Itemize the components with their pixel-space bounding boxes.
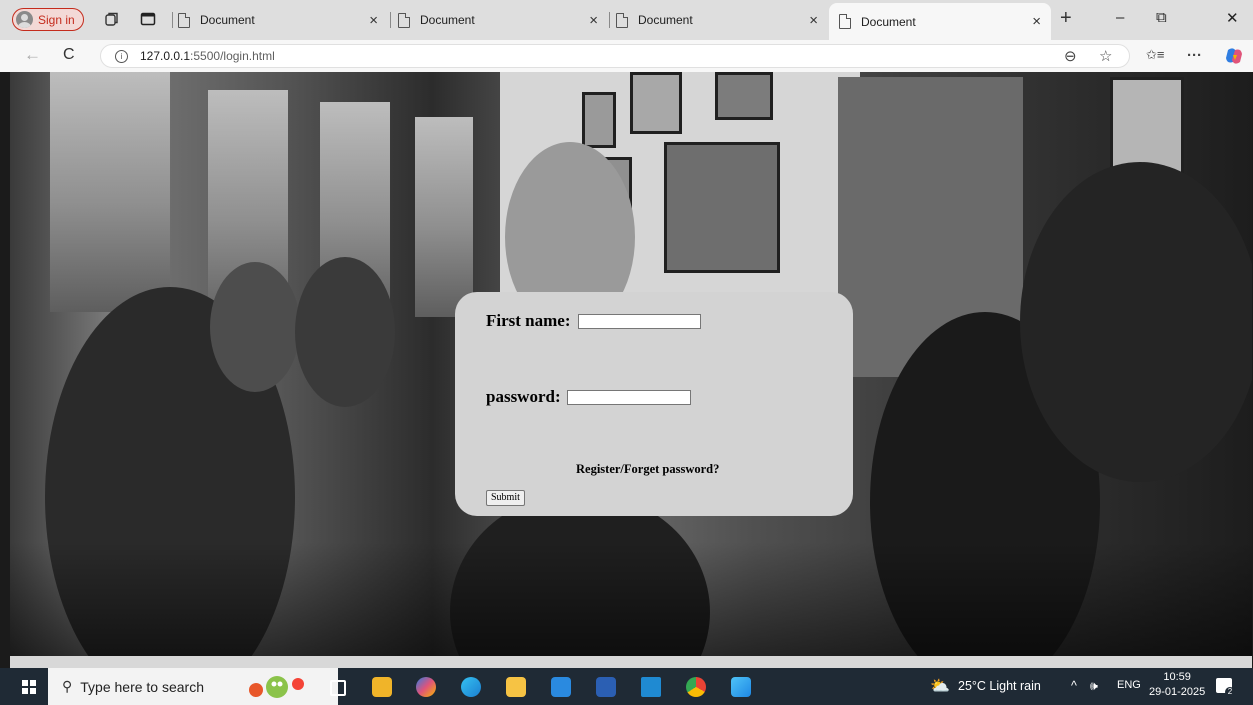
sign-in-label: Sign in [38, 12, 75, 27]
profile-avatar-icon [16, 11, 33, 28]
edge-icon[interactable] [461, 677, 481, 697]
search-highlight-illustration-icon[interactable] [246, 672, 308, 702]
page-icon [178, 12, 190, 28]
url-field[interactable]: i 127.0.0.1 :5500/login.html [100, 44, 1130, 68]
login-form-card: First name: password: Register/Forget pa… [455, 292, 853, 516]
volume-icon[interactable]: 🕪 [1090, 679, 1098, 694]
tab-separator [609, 12, 610, 28]
tab-title: Document [638, 13, 693, 27]
site-info-icon[interactable]: i [115, 49, 128, 63]
person-silhouette [295, 257, 395, 407]
url-path: :5500/login.html [190, 49, 275, 63]
clock-date: 29-01-2025 [1149, 686, 1206, 698]
tab-close-button[interactable]: × [1032, 13, 1041, 30]
address-bar: ← C i 127.0.0.1 :5500/login.html ⊖ ☆ ✩≡ … [0, 40, 1253, 72]
tab-close-button[interactable]: × [589, 12, 598, 29]
favorite-star-icon[interactable]: ☆ [1099, 47, 1112, 65]
minimize-button[interactable]: – [1116, 9, 1124, 26]
submit-button[interactable]: Submit [486, 490, 525, 506]
tab-bar: Sign in Document × Document × Document ×… [0, 0, 1253, 40]
close-window-button[interactable]: ✕ [1226, 9, 1239, 27]
more-menu-icon[interactable]: ··· [1187, 47, 1202, 64]
reload-button[interactable]: C [63, 46, 75, 64]
restaurant-window [50, 72, 170, 312]
wall-picture [630, 72, 682, 134]
restaurant-window [415, 117, 473, 317]
wall-painting [664, 142, 780, 273]
clock-time: 10:59 [1163, 671, 1191, 683]
weather-text[interactable]: 25°C Light rain [958, 679, 1041, 693]
word-icon[interactable] [596, 677, 616, 697]
zoom-out-icon[interactable]: ⊖ [1064, 47, 1077, 65]
photos-icon[interactable] [731, 677, 751, 697]
page-icon [398, 12, 410, 28]
tab-title: Document [420, 13, 475, 27]
restore-button[interactable]: ⧉ [1156, 9, 1167, 26]
chrome-icon[interactable] [686, 677, 706, 697]
page-icon [839, 14, 851, 29]
wall-picture [582, 92, 616, 148]
tab-separator [390, 12, 391, 28]
clock[interactable]: 10:59 29-01-2025 [1149, 670, 1205, 700]
url-host: 127.0.0.1 [140, 49, 191, 63]
tab-document-3[interactable]: Document × [616, 5, 828, 35]
person-silhouette [210, 262, 300, 392]
first-name-input[interactable] [578, 314, 701, 329]
tab-document-2[interactable]: Document × [398, 5, 608, 35]
plant-silhouette [1020, 162, 1252, 482]
mail-icon[interactable] [551, 677, 571, 697]
back-button[interactable]: ← [24, 45, 41, 65]
tab-close-button[interactable]: × [809, 12, 818, 29]
language-indicator[interactable]: ENG [1117, 679, 1141, 691]
favorites-bar-icon[interactable]: ✩≡ [1146, 47, 1164, 63]
taskbar-search-box[interactable]: ⚲ Type here to search [48, 668, 338, 705]
weather-icon[interactable]: ⛅ [930, 676, 950, 696]
copilot-taskbar-icon[interactable] [416, 677, 436, 697]
first-name-label: First name: [486, 311, 571, 330]
workspaces-icon[interactable] [104, 11, 120, 27]
shadow-overlay [10, 542, 1252, 656]
windows-taskbar: ⚲ Type here to search ⛅ 25°C Light rain … [0, 668, 1253, 705]
new-tab-button[interactable]: + [1060, 7, 1072, 30]
task-view-icon[interactable] [330, 680, 346, 696]
tab-close-button[interactable]: × [369, 12, 378, 29]
search-placeholder: Type here to search [80, 678, 205, 695]
vscode-icon[interactable] [641, 677, 661, 697]
store-icon[interactable] [372, 677, 392, 697]
tab-title: Document [861, 14, 916, 29]
wall-picture [715, 72, 773, 120]
copilot-icon[interactable] [1224, 46, 1244, 66]
notification-center-icon[interactable]: 2 [1216, 678, 1235, 697]
password-input[interactable] [567, 390, 691, 405]
sign-in-button[interactable]: Sign in [12, 8, 84, 31]
tab-title: Document [200, 13, 255, 27]
notification-count-badge: 2 [1225, 687, 1235, 697]
tab-document-active[interactable]: Document × [829, 3, 1051, 40]
password-label: password: [486, 387, 561, 406]
page-icon [616, 12, 628, 28]
register-forget-password-link[interactable]: Register/Forget password? [576, 462, 719, 477]
windows-start-icon[interactable] [22, 680, 36, 694]
search-icon: ⚲ [62, 678, 73, 694]
page-bottom-strip [10, 656, 1252, 668]
tab-document-1[interactable]: Document × [178, 5, 388, 35]
vertical-tabs-icon[interactable] [140, 11, 156, 27]
tab-separator [172, 12, 173, 28]
show-hidden-icons-button[interactable]: ^ [1071, 679, 1077, 693]
file-explorer-icon[interactable] [506, 677, 526, 697]
